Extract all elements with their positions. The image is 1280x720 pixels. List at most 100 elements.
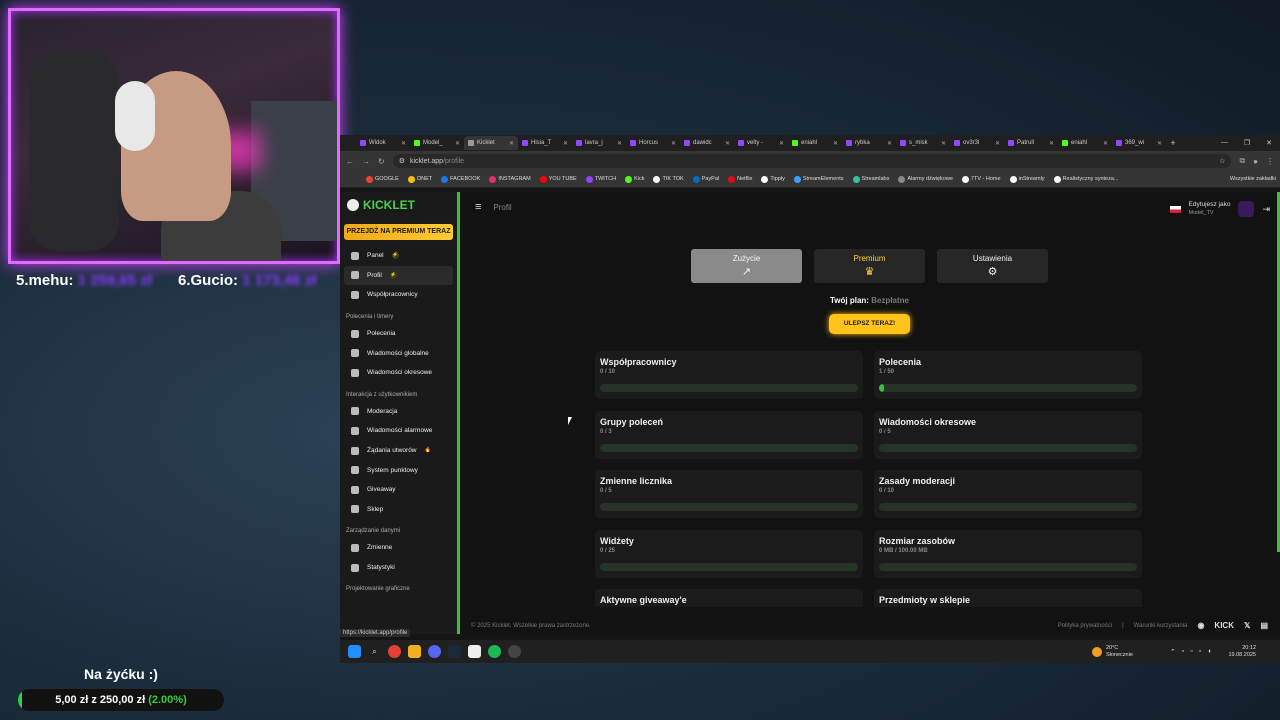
bookmark-item[interactable]: Netflix — [728, 175, 752, 183]
close-tab-icon[interactable]: ✕ — [1103, 140, 1108, 147]
browser-tab[interactable]: eniahl ✕ — [1058, 136, 1112, 150]
bookmark-item[interactable]: StreamElements — [793, 175, 844, 183]
start-icon[interactable] — [348, 645, 361, 658]
folder-icon[interactable] — [408, 645, 421, 658]
bookmark-item[interactable]: PayPal — [692, 175, 719, 183]
tab-settings[interactable]: Ustawienia ⚙ — [937, 249, 1048, 283]
bookmark-item[interactable]: ONET — [407, 175, 432, 183]
close-tab-icon[interactable]: ✕ — [617, 140, 622, 147]
browser-tab[interactable]: ov3r3l ✕ — [950, 136, 1004, 150]
bookmark-item[interactable]: inStreamly — [1009, 175, 1045, 183]
upgrade-button[interactable]: ULEPSZ TERAZ! — [829, 314, 910, 334]
mic-icon[interactable]: ▫ — [1199, 648, 1201, 656]
browser-tab[interactable]: Widok ✕ — [356, 136, 410, 150]
kicklet-logo[interactable]: KICKLET — [340, 192, 457, 218]
sidebar-item[interactable]: Współpracownicy — [344, 285, 453, 305]
sidebar-item[interactable]: System punktowy — [344, 460, 453, 480]
sidebar-item[interactable]: Statystyki — [344, 558, 453, 578]
bookmark-item[interactable]: Streamlabs — [852, 175, 889, 183]
browser-tab[interactable]: Horcus ✕ — [626, 136, 680, 150]
bookmark-item[interactable]: INSTAGRAM — [489, 175, 531, 183]
close-tab-icon[interactable]: ✕ — [725, 140, 730, 147]
docs-icon[interactable]: ▤ — [1260, 621, 1268, 630]
close-tab-icon[interactable]: ✕ — [779, 140, 784, 147]
browser-tab[interactable]: eniahl ✕ — [788, 136, 842, 150]
premium-promo-button[interactable]: PRZEJDŹ NA PREMIUM TERAZ — [344, 224, 453, 240]
sidebar-item[interactable]: Zmienne — [344, 538, 453, 558]
search-icon[interactable]: ⌕ — [368, 645, 381, 658]
logout-icon[interactable]: ⇥ — [1262, 204, 1270, 215]
sidebar-item[interactable]: Żądania utworów 🔥 — [344, 441, 453, 461]
discord-icon[interactable]: ◉ — [1197, 621, 1204, 630]
close-tab-icon[interactable]: ✕ — [671, 140, 676, 147]
steam-icon[interactable] — [448, 645, 461, 658]
close-tab-icon[interactable]: ✕ — [941, 140, 946, 147]
kick-icon[interactable]: KICK — [1214, 621, 1234, 630]
x-icon[interactable]: 𝕏 — [1244, 621, 1250, 630]
tab-usage[interactable]: Zużycie ↗ — [691, 249, 802, 283]
browser-tab[interactable]: 369_wi ✕ — [1112, 136, 1166, 150]
bookmark-item[interactable]: TIK TOK — [653, 175, 684, 183]
new-tab-icon[interactable]: + — [1166, 138, 1180, 148]
browser-tab[interactable]: rybka ✕ — [842, 136, 896, 150]
tray-app-icon[interactable]: ▫ — [1182, 648, 1184, 656]
clock[interactable]: 20:12 19.08.2025 — [1218, 645, 1280, 659]
close-tab-icon[interactable]: ✕ — [887, 140, 892, 147]
maximize-icon[interactable]: ❐ — [1244, 139, 1250, 147]
sidebar-item[interactable]: Polecenia — [344, 324, 453, 344]
reload-icon[interactable]: ↻ — [378, 157, 385, 166]
close-tab-icon[interactable]: ✕ — [509, 140, 514, 147]
close-window-icon[interactable]: ✕ — [1266, 139, 1272, 147]
chrome-icon[interactable] — [388, 645, 401, 658]
sidebar-item[interactable]: Moderacja — [344, 402, 453, 422]
browser-tab[interactable]: Model_ ✕ — [410, 136, 464, 150]
site-info-icon[interactable]: ⚙ — [399, 157, 405, 165]
browser-tab[interactable]: Hisia_T ✕ — [518, 136, 572, 150]
sidebar-item[interactable]: Panel ⚡ — [344, 246, 453, 266]
discord-app-icon[interactable] — [428, 645, 441, 658]
bookmark-item[interactable]: GOOGLE — [366, 175, 399, 183]
profile-icon[interactable]: ● — [1253, 157, 1258, 166]
spotify-icon[interactable] — [488, 645, 501, 658]
terms-link[interactable]: Warunki korzystania — [1134, 623, 1188, 629]
sidebar-item[interactable]: Wiadomości globalne — [344, 343, 453, 363]
close-tab-icon[interactable]: ✕ — [401, 140, 406, 147]
close-tab-icon[interactable]: ✕ — [1157, 140, 1162, 147]
bookmark-item[interactable]: Kick — [625, 175, 644, 183]
close-tab-icon[interactable]: ✕ — [833, 140, 838, 147]
polish-flag-icon[interactable] — [1169, 205, 1181, 213]
tray-chevron-icon[interactable]: ⌃ — [1170, 648, 1176, 656]
bookmark-item[interactable]: TWITCH — [585, 175, 616, 183]
sidebar-item[interactable]: Profil ⚡ — [344, 265, 453, 286]
obs-icon[interactable] — [508, 645, 521, 658]
speaker-icon[interactable]: ◖ — [1207, 648, 1211, 656]
close-tab-icon[interactable]: ✕ — [995, 140, 1000, 147]
close-tab-icon[interactable]: ✕ — [1049, 140, 1054, 147]
browser-menu-icon[interactable]: ⋮ — [1266, 157, 1274, 166]
bookmark-item[interactable]: FACEBOOK — [441, 175, 480, 183]
hamburger-menu-icon[interactable]: ≡ — [475, 201, 481, 213]
bookmark-item[interactable]: 7TV - Home — [961, 175, 1001, 183]
weather-widget[interactable]: 20°C Słonecznie — [1091, 645, 1133, 659]
bookmark-star-icon[interactable]: ☆ — [1219, 157, 1225, 165]
all-bookmarks[interactable]: Wszystkie zakładki — [1230, 176, 1280, 182]
sidebar-item[interactable]: Wiadomości okresowe — [344, 363, 453, 383]
avatar[interactable] — [1238, 201, 1255, 217]
sidebar-item[interactable]: Wiadomości alarmowe — [344, 421, 453, 441]
browser-tab[interactable]: Patrull ✕ — [1004, 136, 1058, 150]
bookmark-item[interactable]: Alarmy dźwiękowe — [898, 175, 953, 183]
browser-tab[interactable]: dawidc ✕ — [680, 136, 734, 150]
browser-tab[interactable]: s_misk ✕ — [896, 136, 950, 150]
url-input[interactable]: ⚙ kicklet.app/profile ☆ — [392, 154, 1232, 168]
minimize-icon[interactable]: — — [1221, 139, 1228, 147]
extensions-icon[interactable]: ⧉ — [1239, 156, 1245, 166]
bookmark-item[interactable]: YOU TUBE — [539, 175, 577, 183]
browser-tab[interactable]: lavra_j ✕ — [572, 136, 626, 150]
sidebar-item[interactable]: Sklep — [344, 500, 453, 520]
sidebar-item[interactable]: Giveaway — [344, 480, 453, 500]
app-icon[interactable] — [468, 645, 481, 658]
bookmark-item[interactable]: Realistyczny synteza... — [1053, 175, 1118, 183]
network-icon[interactable]: ▫ — [1190, 648, 1192, 656]
close-tab-icon[interactable]: ✕ — [563, 140, 568, 147]
back-icon[interactable]: ← — [346, 157, 354, 166]
